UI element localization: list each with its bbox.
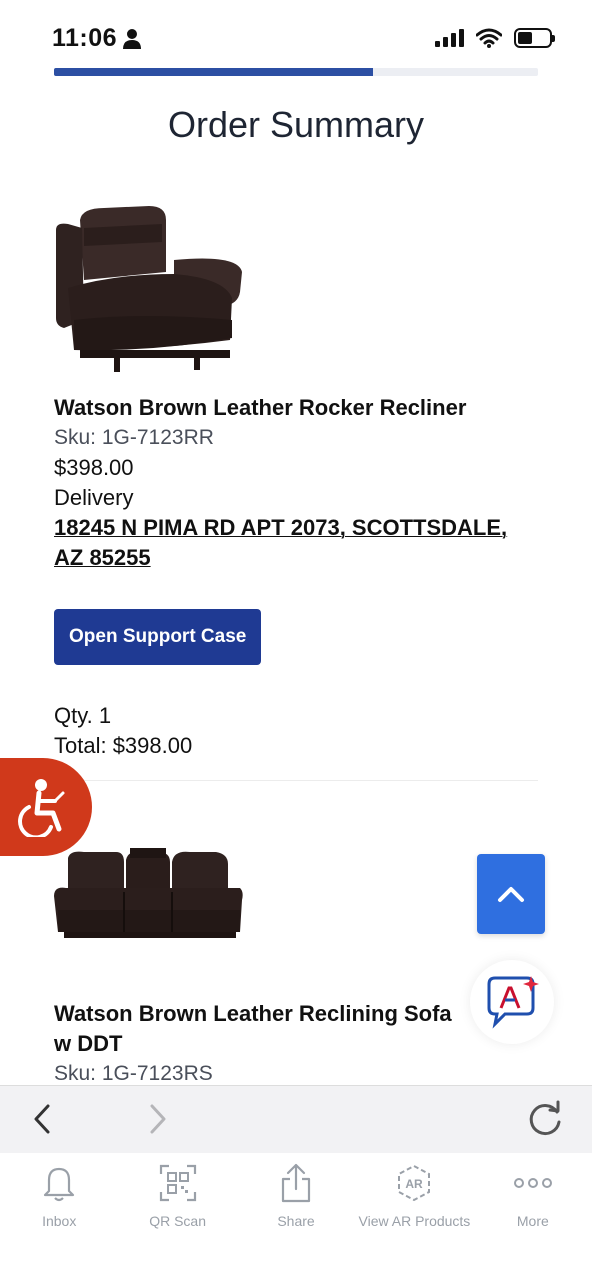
bell-icon <box>44 1167 75 1202</box>
reload-icon[interactable] <box>524 1098 566 1140</box>
wheelchair-icon <box>18 779 65 837</box>
browser-toolbar <box>0 1085 592 1153</box>
tab-label: QR Scan <box>149 1213 207 1229</box>
tab-share[interactable]: Share <box>237 1153 355 1280</box>
progress-bar <box>54 68 538 76</box>
person-icon <box>123 29 141 49</box>
progress-fill <box>54 68 374 76</box>
sofa-image <box>54 848 243 938</box>
tab-label: Share <box>277 1213 315 1229</box>
product-sku: Sku: 1G-7123RR <box>54 426 214 449</box>
wifi-icon <box>476 28 502 48</box>
chevron-left-icon[interactable] <box>30 1102 54 1136</box>
tab-more[interactable]: More <box>474 1153 592 1280</box>
order-item: Watson Brown Leather Reclining Sofa w DD… <box>54 840 538 1089</box>
status-time: 11:06 <box>52 24 118 52</box>
divider <box>54 780 538 781</box>
chevron-right-icon[interactable] <box>146 1102 170 1136</box>
product-name[interactable]: Watson Brown Leather Rocker Recliner <box>54 393 538 423</box>
product-price: $398.00 <box>54 455 134 480</box>
tab-label: More <box>516 1213 549 1229</box>
page-title: Order Summary <box>167 104 425 145</box>
tab-qr-scan[interactable]: QR Scan <box>118 1153 236 1280</box>
more-icon <box>513 1178 552 1188</box>
chat-bubble-icon <box>487 976 539 1029</box>
chat-assistant-button[interactable] <box>470 960 554 1044</box>
product-name[interactable]: Watson Brown Leather Reclining Sofa w DD… <box>54 999 474 1059</box>
qr-icon <box>159 1164 196 1202</box>
product-qty: Qty. 1 <box>54 703 112 728</box>
delivery-label: Delivery <box>54 485 134 510</box>
share-icon <box>281 1163 311 1203</box>
tab-view-ar-products[interactable]: AR View AR Products <box>355 1153 473 1280</box>
product-total: Total: $398.00 <box>54 733 193 758</box>
battery-icon <box>514 28 555 48</box>
tab-label: Inbox <box>42 1213 77 1229</box>
chevron-up-icon <box>498 887 524 902</box>
signal-icon <box>435 29 464 47</box>
tab-inbox[interactable]: Inbox <box>0 1153 118 1280</box>
recliner-image <box>56 206 242 372</box>
delivery-address-link[interactable]: 18245 N PIMA RD APT 2073, SCOTTSDALE, AZ… <box>54 513 538 573</box>
tab-label: View AR Products <box>358 1213 471 1229</box>
open-support-case-button[interactable]: Open Support Case <box>54 609 262 665</box>
status-bar: 11:06 <box>0 0 592 78</box>
bottom-tab-bar: Inbox QR Scan Share AR View AR Products … <box>0 1153 592 1280</box>
order-item: Watson Brown Leather Rocker Recliner Sku… <box>54 200 538 761</box>
svg-text:AR: AR <box>406 1177 424 1191</box>
ar-icon: AR <box>398 1164 431 1202</box>
scroll-to-top-button[interactable] <box>477 854 545 934</box>
